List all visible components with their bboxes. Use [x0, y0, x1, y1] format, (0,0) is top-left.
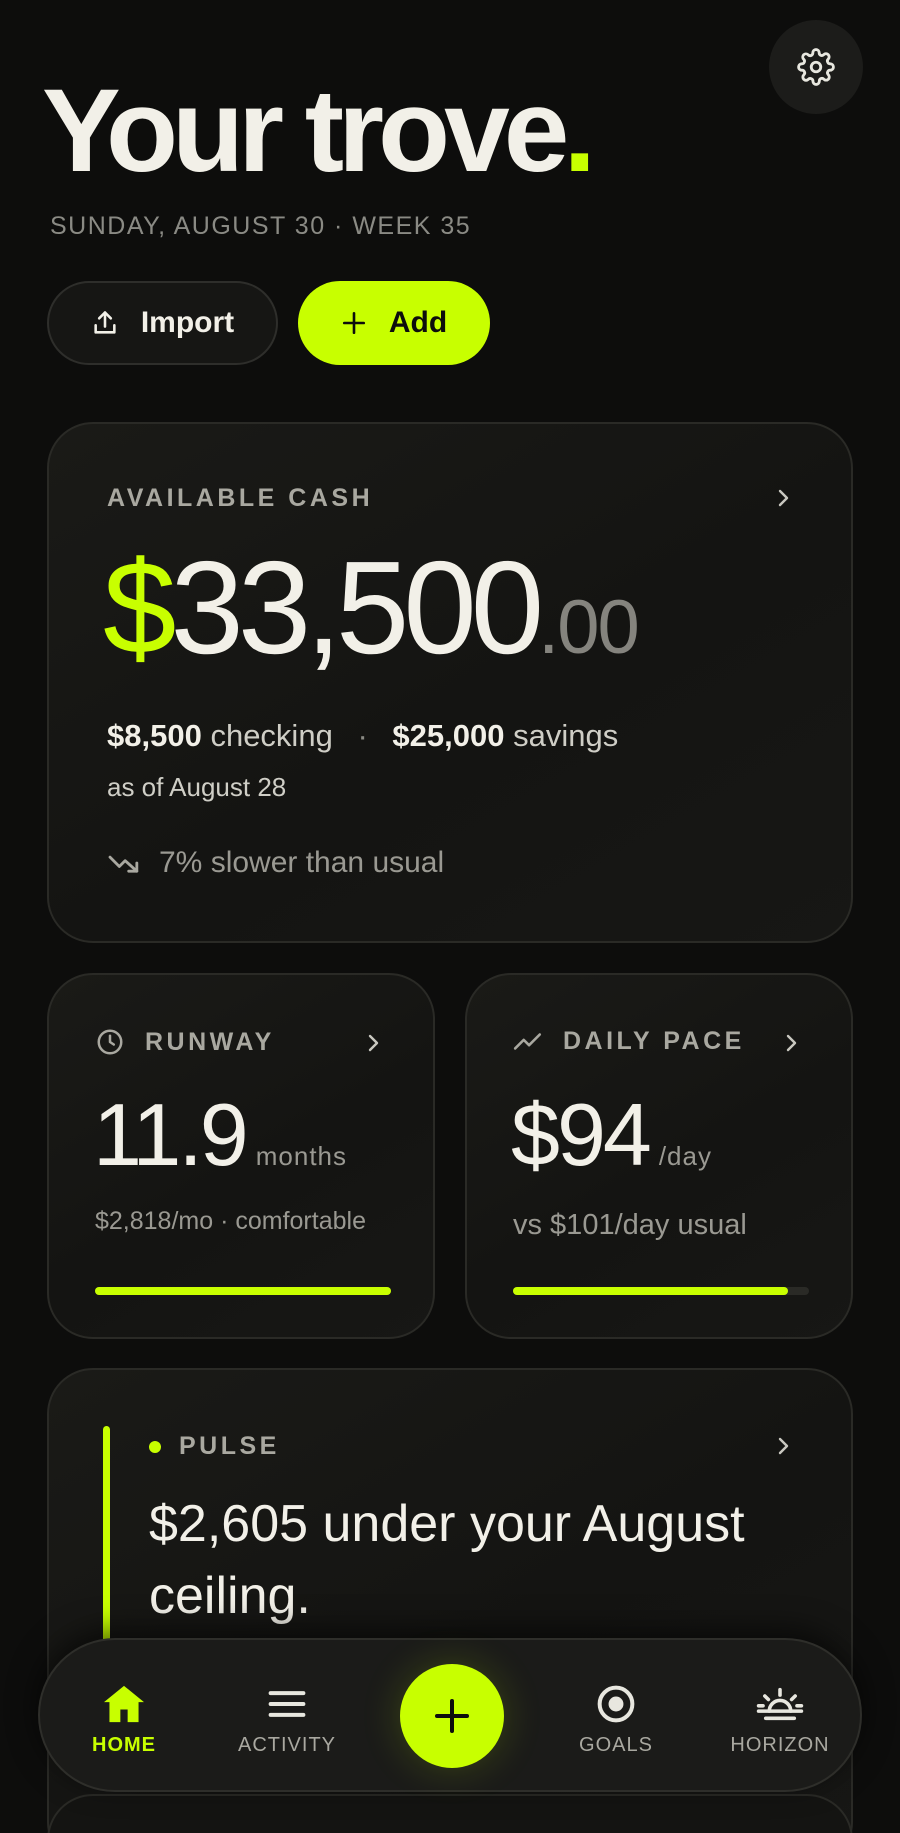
daily-pace-value: $94/day [511, 1091, 712, 1179]
daily-pace-number: $94 [511, 1085, 652, 1184]
upload-icon [94, 311, 116, 334]
settings-button[interactable] [769, 20, 863, 114]
title-accent-dot: . [563, 65, 596, 197]
as-of-date: as of August 28 [107, 772, 287, 802]
runway-value: 11.9 months [93, 1091, 347, 1179]
clock-icon [97, 1029, 123, 1055]
sunrise-icon [756, 1687, 804, 1721]
import-button[interactable]: Import [47, 281, 278, 365]
nav-label-home: HOME [92, 1734, 156, 1756]
cash-amount-integer: 33,500 [170, 534, 544, 681]
runway-subtext: $2,818/mo · comfortable [95, 1207, 366, 1235]
spending-trend: 7% slower than usual [107, 846, 444, 880]
checking-label: checking [210, 718, 333, 753]
daily-pace-label: DAILY PACE [563, 1027, 745, 1055]
date-line: SUNDAY, AUGUST 30 · WEEK 35 [50, 212, 472, 240]
savings-label: savings [513, 718, 619, 753]
nav-item-horizon[interactable]: HORIZON [710, 1684, 850, 1757]
nav-label-horizon: HORIZON [730, 1734, 830, 1756]
chevron-right-icon [778, 1437, 789, 1455]
runway-number: 11.9 [93, 1085, 249, 1184]
cash-breakdown: $8,500 checking · $25,000 savings [107, 718, 618, 754]
runway-card[interactable]: RUNWAY 11.9 months $2,818/mo · comfortabl… [47, 973, 435, 1339]
breakdown-separator: · [357, 718, 368, 753]
pulse-dot-icon [149, 1440, 161, 1453]
page-title-text: Your trove [42, 65, 569, 197]
nav-item-goals[interactable]: GOALS [546, 1684, 686, 1757]
nav-label-activity: ACTIVITY [237, 1734, 336, 1756]
nav-item-activity[interactable]: ACTIVITY [217, 1684, 357, 1757]
daily-pace-subtext: vs $101/day usual [513, 1209, 747, 1241]
cash-amount: $33,500.00 [103, 542, 640, 674]
daily-pace-unit: /day [658, 1141, 712, 1171]
menu-icon [268, 1691, 306, 1717]
nav-label-goals: GOALS [579, 1734, 653, 1756]
trending-down-icon [108, 855, 139, 873]
daily-pace-progress-track [513, 1287, 809, 1295]
runway-label: RUNWAY [145, 1027, 275, 1056]
chevron-right-icon [786, 1034, 797, 1052]
nav-item-home[interactable]: HOME [54, 1684, 194, 1757]
bottom-nav: HOME ACTIVITY GOALS HORIZON [38, 1638, 862, 1792]
nav-add-button[interactable] [400, 1664, 504, 1768]
daily-pace-card[interactable]: DAILY PACE $94/day vs $101/day usual [465, 973, 853, 1339]
trend-text: 7% slower than usual [159, 846, 445, 879]
add-button[interactable]: Add [298, 281, 490, 365]
import-label: Import [140, 306, 235, 339]
runway-header: RUNWAY [95, 1027, 275, 1057]
savings-amount: $25,000 [392, 718, 505, 753]
daily-pace-header: DAILY PACE [513, 1027, 745, 1056]
runway-unit: months [255, 1141, 348, 1171]
available-cash-label: AVAILABLE CASH [107, 484, 374, 512]
pulse-header: PULSE [149, 1432, 280, 1461]
plus-icon [435, 1699, 469, 1733]
target-icon [597, 1685, 635, 1723]
pulse-message: $2,605 under your August ceiling. [149, 1495, 745, 1625]
trending-up-icon [513, 1032, 542, 1050]
chevron-right-icon [368, 1034, 379, 1052]
currency-symbol: $ [103, 534, 176, 681]
runway-progress-fill [95, 1287, 391, 1295]
next-card-peek [47, 1794, 853, 1833]
cash-amount-cents: .00 [538, 585, 640, 670]
pulse-label: PULSE [179, 1432, 280, 1460]
checking-amount: $8,500 [107, 718, 202, 753]
add-label: Add [388, 306, 448, 339]
daily-pace-progress-fill [513, 1287, 789, 1295]
gear-icon [797, 48, 835, 86]
plus-icon [342, 311, 365, 335]
chevron-right-icon [778, 489, 789, 507]
page-title: Your trove. [42, 72, 596, 190]
available-cash-card[interactable]: AVAILABLE CASH $33,500.00 $8,500 checkin… [47, 422, 853, 943]
home-icon [104, 1685, 144, 1723]
runway-progress-track [95, 1287, 391, 1295]
